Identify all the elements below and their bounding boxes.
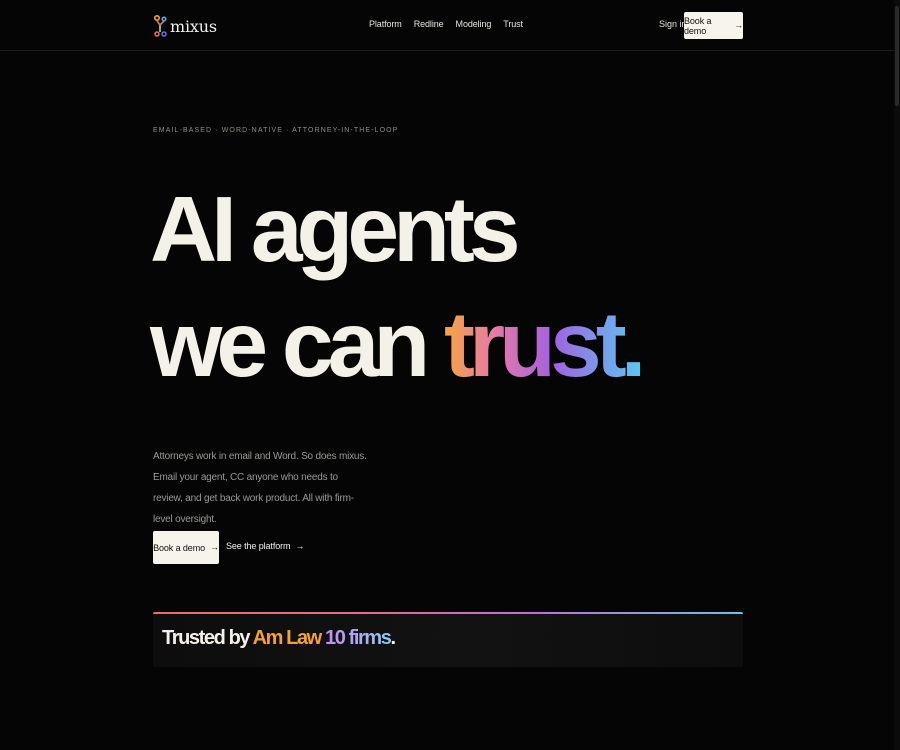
scrollbar-thumb[interactable]	[895, 6, 899, 106]
headline-line-2: we can trust.	[150, 287, 646, 402]
logo-link[interactable]: mixus	[153, 13, 217, 39]
hero-book-demo-label: Book a demo	[153, 542, 206, 553]
arrow-right-icon: →	[295, 540, 305, 551]
arrow-right-icon: →	[210, 542, 219, 552]
headline-line-2-prefix: we can	[150, 292, 444, 396]
page-scrollbar[interactable]	[894, 0, 900, 750]
see-platform-label: See the platform	[226, 541, 291, 551]
headline-highlight-word: trust.	[444, 292, 646, 396]
see-platform-link[interactable]: See the platform →	[226, 541, 304, 551]
site-header: mixus Platform Redline Modeling Trust Si…	[0, 0, 900, 51]
trusted-gradient-bar	[153, 612, 743, 614]
trusted-banner: Trusted by Am Law 10 firms.	[153, 612, 743, 667]
brand-name: mixus	[170, 16, 217, 36]
nav-item-redline[interactable]: Redline	[414, 19, 444, 29]
nav-item-platform[interactable]: Platform	[369, 19, 402, 29]
trusted-suffix: .	[390, 627, 397, 649]
nav-item-modeling[interactable]: Modeling	[456, 19, 492, 29]
hero-book-demo-button[interactable]: Book a demo →	[153, 531, 219, 564]
main-nav: Platform Redline Modeling Trust	[369, 19, 523, 29]
header-book-demo-button[interactable]: Book a demo →	[684, 12, 743, 39]
hero-description: Attorneys work in email and Word. So doe…	[153, 451, 367, 525]
arrow-right-icon: →	[734, 20, 743, 30]
trusted-statement: Trusted by Am Law 10 firms.	[162, 627, 397, 650]
trusted-highlight-firms: 10 firms	[325, 627, 392, 649]
trusted-highlight-am-law: Am Law	[252, 627, 323, 649]
hero-eyebrow: EMAIL-BASED · WORD-NATIVE · ATTORNEY-IN-…	[153, 127, 399, 134]
nav-item-trust[interactable]: Trust	[503, 19, 523, 29]
hero-headline: AI agents we can trust.	[150, 172, 646, 402]
page: mixus Platform Redline Modeling Trust Si…	[0, 0, 900, 750]
mixus-logo-icon	[153, 14, 167, 37]
trusted-prefix: Trusted by	[162, 627, 253, 649]
headline-line-1: AI agents	[150, 177, 521, 281]
sign-in-link[interactable]: Sign in	[659, 19, 687, 29]
header-book-demo-label: Book a demo	[684, 15, 712, 36]
